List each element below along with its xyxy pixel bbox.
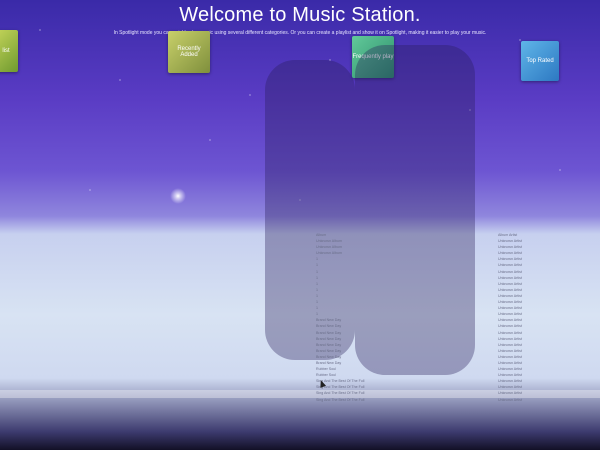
list-item[interactable]: Unknown Artist	[498, 390, 522, 396]
list-item[interactable]: Unknown Artist	[498, 342, 522, 348]
list-item[interactable]: Unknown Artist	[498, 348, 522, 354]
tile-recently-added[interactable]: Recently Added	[168, 31, 210, 73]
tile-label: Recently Added	[177, 46, 201, 58]
list-item[interactable]: Sing And The Best Of The Full	[316, 390, 364, 396]
list-item[interactable]: Unknown Artist	[498, 275, 522, 281]
tile-list[interactable]: list	[0, 30, 18, 72]
music-station-screen: Welcome to Music Station. In Spotlight m…	[0, 0, 600, 450]
bright-star	[170, 188, 186, 204]
list-item[interactable]: Unknown Artist	[498, 281, 522, 287]
welcome-title: Welcome to Music Station.	[179, 4, 421, 26]
tile-label: list	[2, 48, 10, 54]
tile-top-rated[interactable]: Top Rated	[521, 41, 559, 81]
list-item[interactable]: Unknown Artist	[498, 330, 522, 336]
list-item[interactable]: Sing And The Best Of The Full	[316, 397, 364, 403]
list-item[interactable]: Unknown Artist	[498, 397, 522, 403]
welcome-subtitle: In Spotlight mode you can quickly play m…	[113, 30, 487, 36]
list-item[interactable]: Unknown Artist	[498, 323, 522, 329]
artist-column: Album Artist Unknown Artist Unknown Artist…	[498, 232, 522, 403]
list-item[interactable]: Unknown Artist	[498, 336, 522, 342]
album-column: Album Unknown Album Unknown Album Unknown A…	[316, 232, 364, 403]
tile-label: Top Rated	[526, 58, 554, 64]
reflection-person-right	[355, 45, 475, 375]
list-item[interactable]: Unknown Artist	[498, 269, 522, 275]
list-item[interactable]: Unknown Artist	[498, 262, 522, 268]
